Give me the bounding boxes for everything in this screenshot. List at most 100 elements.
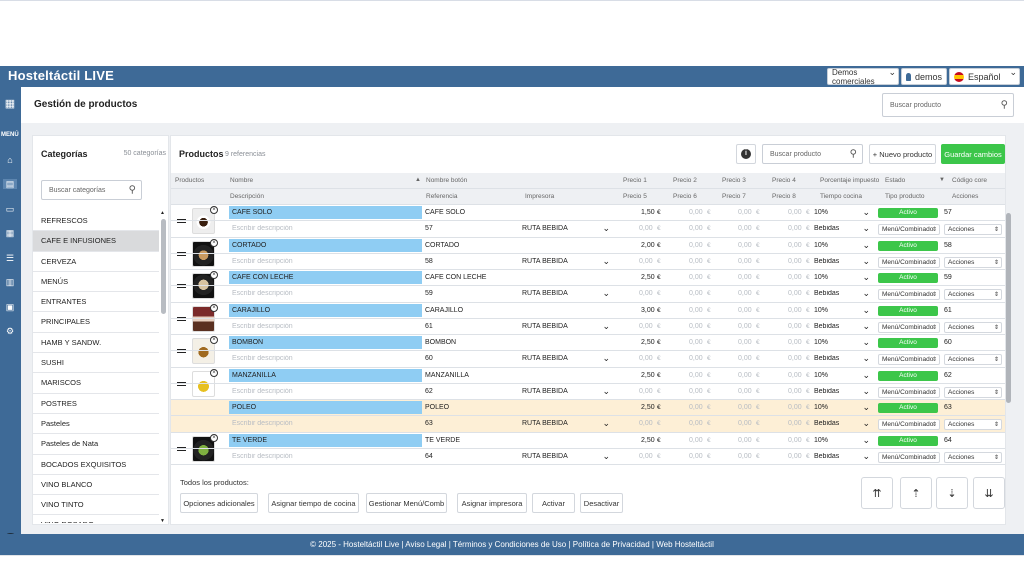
button-name-field[interactable]: MANZANILLA: [425, 372, 615, 379]
kitchen-time-select[interactable]: Bebidas: [814, 258, 872, 265]
category-item[interactable]: CERVEZA: [33, 252, 159, 272]
user-button[interactable]: demos: [901, 68, 947, 85]
store-icon[interactable]: ▣: [4, 302, 16, 312]
printer-select[interactable]: RUTA BEBIDA: [522, 225, 612, 232]
price-5-field[interactable]: 0,00: [639, 225, 653, 232]
reference-field[interactable]: 60: [425, 355, 433, 362]
description-field[interactable]: Escribir descripción: [232, 388, 293, 395]
status-badge[interactable]: Activo: [878, 403, 938, 413]
button-name-field[interactable]: TE VERDE: [425, 437, 615, 444]
product-type-select[interactable]: Menú/Combinado: [878, 224, 940, 235]
kitchen-time-select[interactable]: Bebidas: [814, 225, 872, 232]
demo-select[interactable]: Demos comerciales: [827, 67, 899, 86]
kitchen-time-select[interactable]: Bebidas: [814, 388, 872, 395]
bulk-menu-combo-button[interactable]: Gestionar Menú/Comb: [366, 493, 447, 513]
actions-select[interactable]: Acciones: [944, 289, 1002, 300]
description-field[interactable]: Escribir descripción: [232, 355, 293, 362]
tax-select[interactable]: 10%: [814, 307, 872, 314]
price-6-field[interactable]: 0,00: [689, 388, 703, 395]
price-8-field[interactable]: 0,00: [788, 453, 802, 460]
product-type-select[interactable]: Menú/Combinado: [878, 451, 940, 463]
filter-dropdown-icon[interactable]: ▼: [939, 177, 945, 183]
price-3-field[interactable]: 0,00: [738, 339, 752, 346]
category-item[interactable]: POSTRES: [33, 394, 159, 414]
product-type-select[interactable]: Menú/Combinado: [878, 354, 940, 365]
price-4-field[interactable]: 0,00: [788, 274, 802, 281]
home-icon[interactable]: ⌂: [4, 155, 16, 165]
printer-select[interactable]: RUTA BEBIDA: [522, 420, 612, 427]
price-1-field[interactable]: 2,50: [641, 372, 655, 379]
price-3-field[interactable]: 0,00: [738, 404, 752, 411]
category-item[interactable]: MENÚS: [33, 272, 159, 293]
price-1-field[interactable]: 2,50: [641, 437, 655, 444]
status-badge[interactable]: Activo: [878, 305, 938, 316]
actions-select[interactable]: Acciones: [944, 386, 1002, 398]
status-badge[interactable]: Activo: [878, 338, 938, 348]
price-8-field[interactable]: 0,00: [788, 355, 802, 362]
price-6-field[interactable]: 0,00: [689, 420, 703, 427]
printer-select[interactable]: RUTA BEBIDA: [522, 453, 612, 460]
price-6-field[interactable]: 0,00: [689, 258, 703, 265]
status-badge[interactable]: Activo: [878, 273, 938, 283]
price-1-field[interactable]: 2,50: [641, 339, 655, 346]
price-5-field[interactable]: 0,00: [639, 453, 653, 460]
price-6-field[interactable]: 0,00: [689, 453, 703, 460]
printer-select[interactable]: RUTA BEBIDA: [522, 290, 612, 297]
product-type-select[interactable]: Menú/Combinado: [878, 256, 940, 268]
price-8-field[interactable]: 0,00: [788, 323, 802, 330]
bulk-deactivate-button[interactable]: Desactivar: [580, 493, 623, 513]
header-nombre[interactable]: Nombre: [230, 177, 253, 184]
price-4-field[interactable]: 0,00: [788, 339, 802, 346]
printer-select[interactable]: RUTA BEBIDA: [522, 388, 612, 395]
reference-field[interactable]: 64: [425, 453, 433, 460]
actions-select[interactable]: Acciones: [944, 256, 1002, 268]
printer-select[interactable]: RUTA BEBIDA: [522, 323, 612, 330]
tax-select[interactable]: 10%: [814, 242, 872, 249]
price-7-field[interactable]: 0,00: [738, 323, 752, 330]
category-scrollbar[interactable]: ▲ ▼: [160, 210, 166, 524]
product-type-select[interactable]: Menú/Combinado: [878, 321, 940, 333]
price-5-field[interactable]: 0,00: [639, 258, 653, 265]
scroll-up-icon[interactable]: ▲: [160, 210, 165, 216]
price-7-field[interactable]: 0,00: [738, 388, 752, 395]
button-name-field[interactable]: CAFE CON LECHE: [425, 274, 615, 281]
description-field[interactable]: Escribir descripción: [232, 290, 293, 297]
actions-select[interactable]: Acciones: [944, 354, 1002, 365]
global-product-search-input[interactable]: Buscar producto ⚲: [882, 93, 1014, 117]
price-5-field[interactable]: 0,00: [639, 290, 653, 297]
price-7-field[interactable]: 0,00: [738, 453, 752, 460]
button-name-field[interactable]: CAFE SOLO: [425, 209, 615, 216]
kitchen-time-select[interactable]: Bebidas: [814, 420, 872, 427]
button-name-field[interactable]: BOMBON: [425, 339, 615, 346]
price-7-field[interactable]: 0,00: [738, 258, 752, 265]
button-name-field[interactable]: CARAJILLO: [425, 307, 615, 314]
bulk-activate-button[interactable]: Activar: [532, 493, 575, 513]
price-2-field[interactable]: 0,00: [689, 339, 703, 346]
price-6-field[interactable]: 0,00: [689, 290, 703, 297]
printer-select[interactable]: RUTA BEBIDA: [522, 258, 612, 265]
sort-bottom-icon[interactable]: ⇊: [973, 477, 1005, 509]
category-item[interactable]: VINO TINTO: [33, 495, 159, 516]
tax-select[interactable]: 10%: [814, 404, 872, 411]
product-name-field[interactable]: TE VERDE: [229, 433, 422, 447]
sort-top-icon[interactable]: ⇈: [861, 477, 893, 509]
price-5-field[interactable]: 0,00: [639, 420, 653, 427]
tax-select[interactable]: 10%: [814, 209, 872, 216]
category-item[interactable]: HAMB Y SANDW.: [33, 333, 159, 354]
bulk-kitchen-time-button[interactable]: Asignar tiempo de cocina: [268, 493, 359, 513]
reference-field[interactable]: 58: [425, 258, 433, 265]
category-item[interactable]: Pasteles: [33, 414, 159, 435]
tax-select[interactable]: 10%: [814, 437, 872, 444]
category-item[interactable]: MARISCOS: [33, 373, 159, 394]
category-item[interactable]: ENTRANTES: [33, 292, 159, 313]
product-type-select[interactable]: Menú/Combinado: [878, 419, 940, 430]
description-field[interactable]: Escribir descripción: [232, 323, 293, 330]
price-7-field[interactable]: 0,00: [738, 225, 752, 232]
description-field[interactable]: Escribir descripción: [232, 420, 293, 427]
price-1-field[interactable]: 2,50: [641, 404, 655, 411]
actions-select[interactable]: Acciones: [944, 321, 1002, 333]
scroll-thumb[interactable]: [161, 219, 166, 314]
category-item[interactable]: PRINCIPALES: [33, 312, 159, 333]
description-field[interactable]: Escribir descripción: [232, 453, 293, 460]
price-6-field[interactable]: 0,00: [689, 355, 703, 362]
